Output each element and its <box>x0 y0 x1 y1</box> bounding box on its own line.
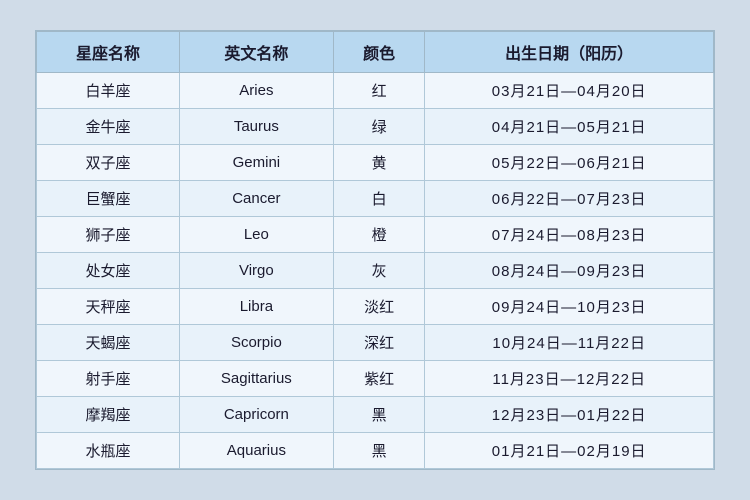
cell-dates: 04月21日—05月21日 <box>425 109 714 145</box>
header-chinese-name: 星座名称 <box>37 32 180 73</box>
table-row: 金牛座Taurus绿04月21日—05月21日 <box>37 109 714 145</box>
cell-dates: 01月21日—02月19日 <box>425 433 714 469</box>
cell-english-name: Virgo <box>179 253 333 289</box>
cell-dates: 10月24日—11月22日 <box>425 325 714 361</box>
cell-color: 绿 <box>333 109 425 145</box>
cell-color: 红 <box>333 73 425 109</box>
cell-chinese-name: 射手座 <box>37 361 180 397</box>
cell-color: 白 <box>333 181 425 217</box>
cell-dates: 09月24日—10月23日 <box>425 289 714 325</box>
cell-color: 橙 <box>333 217 425 253</box>
cell-dates: 07月24日—08月23日 <box>425 217 714 253</box>
cell-english-name: Cancer <box>179 181 333 217</box>
table-header-row: 星座名称 英文名称 颜色 出生日期（阳历） <box>37 32 714 73</box>
zodiac-table: 星座名称 英文名称 颜色 出生日期（阳历） 白羊座Aries红03月21日—04… <box>36 31 714 469</box>
header-english-name: 英文名称 <box>179 32 333 73</box>
cell-dates: 03月21日—04月20日 <box>425 73 714 109</box>
cell-chinese-name: 水瓶座 <box>37 433 180 469</box>
table-row: 摩羯座Capricorn黑12月23日—01月22日 <box>37 397 714 433</box>
table-row: 双子座Gemini黄05月22日—06月21日 <box>37 145 714 181</box>
cell-english-name: Sagittarius <box>179 361 333 397</box>
cell-chinese-name: 天蝎座 <box>37 325 180 361</box>
cell-english-name: Capricorn <box>179 397 333 433</box>
cell-english-name: Aquarius <box>179 433 333 469</box>
header-dates: 出生日期（阳历） <box>425 32 714 73</box>
cell-dates: 12月23日—01月22日 <box>425 397 714 433</box>
cell-english-name: Leo <box>179 217 333 253</box>
cell-dates: 05月22日—06月21日 <box>425 145 714 181</box>
cell-dates: 06月22日—07月23日 <box>425 181 714 217</box>
cell-chinese-name: 处女座 <box>37 253 180 289</box>
table-row: 处女座Virgo灰08月24日—09月23日 <box>37 253 714 289</box>
header-color: 颜色 <box>333 32 425 73</box>
table-row: 巨蟹座Cancer白06月22日—07月23日 <box>37 181 714 217</box>
cell-chinese-name: 白羊座 <box>37 73 180 109</box>
table-row: 天蝎座Scorpio深红10月24日—11月22日 <box>37 325 714 361</box>
cell-color: 紫红 <box>333 361 425 397</box>
cell-color: 黄 <box>333 145 425 181</box>
cell-chinese-name: 摩羯座 <box>37 397 180 433</box>
cell-color: 灰 <box>333 253 425 289</box>
cell-chinese-name: 巨蟹座 <box>37 181 180 217</box>
cell-english-name: Taurus <box>179 109 333 145</box>
cell-chinese-name: 金牛座 <box>37 109 180 145</box>
table-row: 狮子座Leo橙07月24日—08月23日 <box>37 217 714 253</box>
table-row: 天秤座Libra淡红09月24日—10月23日 <box>37 289 714 325</box>
cell-english-name: Scorpio <box>179 325 333 361</box>
cell-chinese-name: 天秤座 <box>37 289 180 325</box>
cell-color: 黑 <box>333 433 425 469</box>
cell-english-name: Libra <box>179 289 333 325</box>
table-row: 水瓶座Aquarius黑01月21日—02月19日 <box>37 433 714 469</box>
table-row: 白羊座Aries红03月21日—04月20日 <box>37 73 714 109</box>
cell-dates: 11月23日—12月22日 <box>425 361 714 397</box>
cell-english-name: Aries <box>179 73 333 109</box>
zodiac-table-container: 星座名称 英文名称 颜色 出生日期（阳历） 白羊座Aries红03月21日—04… <box>35 30 715 470</box>
table-row: 射手座Sagittarius紫红11月23日—12月22日 <box>37 361 714 397</box>
cell-color: 淡红 <box>333 289 425 325</box>
cell-color: 深红 <box>333 325 425 361</box>
cell-dates: 08月24日—09月23日 <box>425 253 714 289</box>
cell-chinese-name: 狮子座 <box>37 217 180 253</box>
cell-color: 黑 <box>333 397 425 433</box>
cell-chinese-name: 双子座 <box>37 145 180 181</box>
cell-english-name: Gemini <box>179 145 333 181</box>
